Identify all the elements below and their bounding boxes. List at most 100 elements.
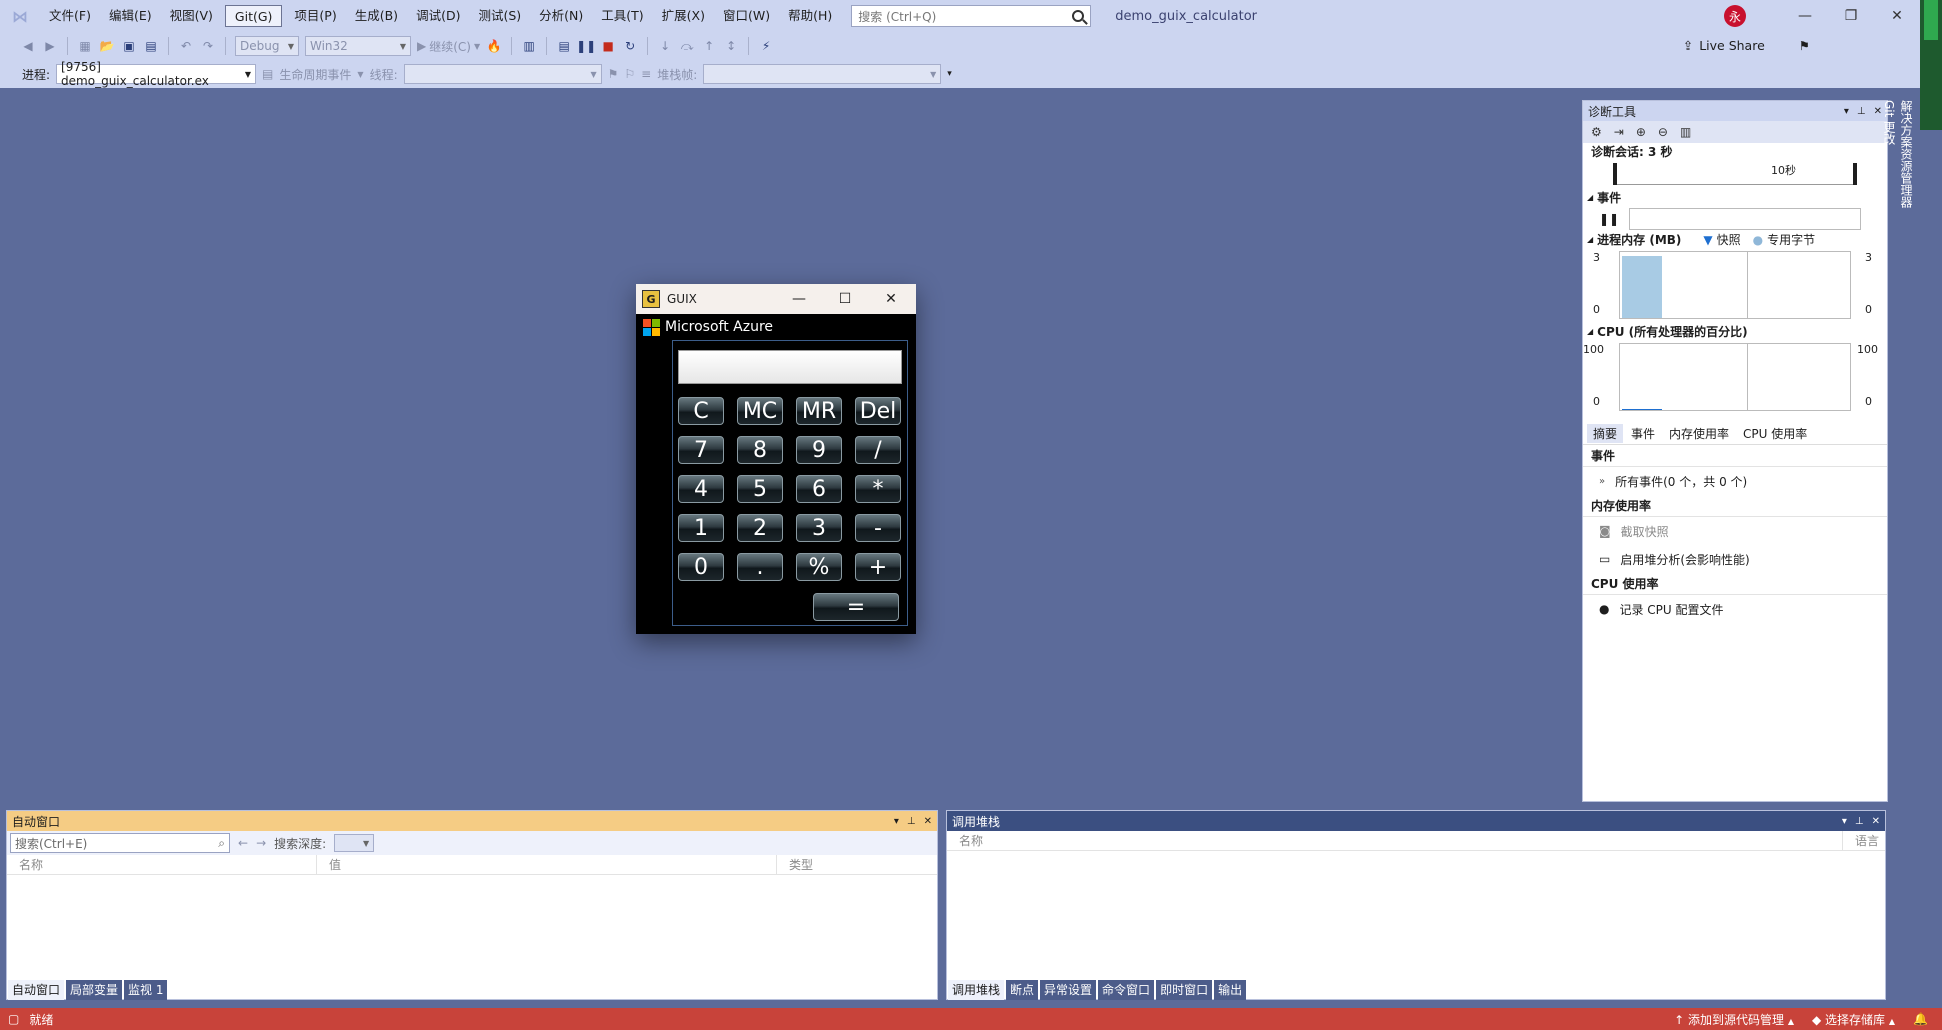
thread-select[interactable]: ▼ [403, 64, 602, 84]
redo-icon[interactable]: ↷ [200, 38, 216, 54]
tab-git-changes[interactable]: Git 更改 [1881, 100, 1898, 254]
add-to-source-control-button[interactable]: ↑ 添加到源代码管理 ▲ [1674, 1011, 1794, 1028]
cpu-section-title[interactable]: ◢ CPU (所有处理器的百分比) [1583, 323, 1887, 341]
search-depth-select[interactable]: ▼ [334, 834, 375, 852]
menu-edit[interactable]: 编辑(E) [100, 5, 161, 27]
calc-button-divide[interactable]: / [855, 436, 901, 464]
export-icon[interactable]: ⇥ [1614, 125, 1624, 139]
feedback-icon[interactable]: ⚑ [1799, 38, 1810, 53]
hot-reload-icon[interactable]: 🔥 [486, 38, 502, 54]
tab-solution-explorer[interactable]: 解决方案资源管理器 [1898, 100, 1915, 254]
minimize-icon[interactable]: — [1782, 0, 1828, 32]
column-language[interactable]: 语言 [1843, 831, 1883, 851]
calc-button-subtract[interactable]: - [855, 514, 901, 542]
guix-minimize-icon[interactable]: — [776, 284, 822, 314]
pin-icon[interactable]: ⊥ [1857, 106, 1866, 117]
column-name[interactable]: 名称 [947, 830, 1843, 851]
tab-output[interactable]: 输出 [1214, 980, 1247, 1000]
tab-memory-usage[interactable]: 内存使用率 [1663, 424, 1735, 443]
save-icon[interactable]: ▣ [121, 38, 137, 54]
tab-locals[interactable]: 局部变量 [66, 980, 123, 1000]
menu-test[interactable]: 测试(S) [469, 5, 530, 27]
calc-button-4[interactable]: 4 [678, 475, 724, 503]
column-value[interactable]: 值 [317, 854, 777, 875]
all-events-link[interactable]: » 所有事件(0 个，共 0 个) [1583, 467, 1887, 495]
calc-button-mr[interactable]: MR [796, 397, 842, 425]
layout-icon[interactable]: ▤ [556, 38, 572, 54]
select-repository-button[interactable]: ◆ 选择存储库 ▲ [1812, 1011, 1895, 1028]
back-arrow-icon[interactable]: ← [238, 836, 248, 850]
forward-arrow-icon[interactable]: → [256, 836, 266, 850]
calc-button-decimal[interactable]: . [737, 553, 783, 581]
tab-breakpoints[interactable]: 断点 [1006, 980, 1039, 1000]
flag-filter-icon[interactable]: ⚐ [624, 67, 635, 81]
continue-button[interactable]: ▶ 继续(C) ▼ [417, 38, 480, 55]
forward-icon[interactable]: ▶ [42, 38, 58, 54]
calc-button-9[interactable]: 9 [796, 436, 842, 464]
notification-bell-icon[interactable]: 🔔 [1913, 1012, 1928, 1026]
calc-button-del[interactable]: Del [855, 397, 901, 425]
tab-autos[interactable]: 自动窗口 [8, 980, 65, 1000]
tab-cpu-usage[interactable]: CPU 使用率 [1737, 424, 1813, 443]
undo-icon[interactable]: ↶ [178, 38, 194, 54]
process-select[interactable]: [9756] demo_guix_calculator.ex ▼ [56, 60, 257, 88]
step-into-icon[interactable]: ↓ [657, 38, 673, 54]
menu-git[interactable]: Git(G) [224, 5, 283, 27]
column-name[interactable]: 名称 [7, 854, 317, 875]
tab-exception-settings[interactable]: 异常设置 [1040, 980, 1097, 1000]
menu-project[interactable]: 项目(P) [285, 5, 345, 27]
dropdown-icon[interactable]: ▾ [1842, 816, 1847, 827]
close-icon[interactable]: ✕ [1872, 816, 1880, 827]
lifecycle-events-button[interactable]: 生命周期事件 [279, 66, 351, 83]
menu-file[interactable]: 文件(F) [40, 5, 100, 27]
flag-icon[interactable]: ⚑ [608, 67, 619, 81]
calc-button-clear[interactable]: C [678, 397, 724, 425]
dropdown-icon[interactable]: ▾ [1844, 106, 1849, 117]
close-icon[interactable]: ✕ [924, 816, 932, 827]
menu-window[interactable]: 窗口(W) [714, 5, 779, 27]
menu-build[interactable]: 生成(B) [346, 5, 407, 27]
calc-button-multiply[interactable]: * [855, 475, 901, 503]
pause-icon[interactable]: ❚❚ [576, 38, 596, 54]
tab-summary[interactable]: 摘要 [1587, 424, 1624, 443]
heap-profiling-toggle[interactable]: ▭ 启用堆分析(会影响性能) [1583, 545, 1887, 573]
toolbar-overflow-icon[interactable]: ▾ [947, 69, 952, 79]
back-icon[interactable]: ◀ [20, 38, 36, 54]
record-cpu-profile-button[interactable]: ● 记录 CPU 配置文件 [1583, 595, 1887, 623]
close-icon[interactable]: ✕ [1874, 0, 1920, 32]
autos-search-input[interactable]: 搜索(Ctrl+E) ⌕ [10, 833, 230, 853]
restart-icon[interactable]: ↻ [622, 38, 638, 54]
calc-button-8[interactable]: 8 [737, 436, 783, 464]
live-share-button[interactable]: ⇪ Live Share ⚑ [1683, 38, 1810, 53]
stop-icon[interactable]: ■ [600, 38, 616, 54]
performance-icon[interactable]: ⚡ [758, 38, 774, 54]
stack-frame-select[interactable]: ▼ [703, 64, 942, 84]
memory-section-title[interactable]: ◢ 进程内存 (MB) ▼ 快照 ● 专用字节 [1583, 231, 1887, 249]
global-search-input[interactable]: 搜索 (Ctrl+Q) [851, 5, 1092, 27]
pin-icon[interactable]: ⊥ [907, 816, 916, 827]
take-snapshot-button[interactable]: ◙ 截取快照 [1583, 517, 1887, 545]
calc-button-0[interactable]: 0 [678, 553, 724, 581]
calc-button-mc[interactable]: MC [737, 397, 783, 425]
attach-icon[interactable]: ▥ [521, 38, 537, 54]
calc-button-1[interactable]: 1 [678, 514, 724, 542]
step-over-icon[interactable]: ⤼ [679, 38, 695, 54]
zoom-in-icon[interactable]: ⊕ [1636, 125, 1646, 139]
calc-button-percent[interactable]: % [796, 553, 842, 581]
save-all-icon[interactable]: ▤ [143, 38, 159, 54]
tab-command-window[interactable]: 命令窗口 [1098, 980, 1155, 1000]
step-out-icon[interactable]: ↑ [701, 38, 717, 54]
zoom-out-icon[interactable]: ⊖ [1658, 125, 1668, 139]
calc-button-add[interactable]: + [855, 553, 901, 581]
dropdown-icon[interactable]: ▾ [894, 816, 899, 827]
tab-immediate-window[interactable]: 即时窗口 [1156, 980, 1213, 1000]
tab-call-stack[interactable]: 调用堆栈 [948, 980, 1005, 1000]
calc-button-3[interactable]: 3 [796, 514, 842, 542]
tab-events[interactable]: 事件 [1625, 424, 1661, 443]
calc-button-5[interactable]: 5 [737, 475, 783, 503]
events-section-title[interactable]: ◢ 事件 [1583, 189, 1887, 207]
guix-close-icon[interactable]: ✕ [868, 284, 914, 314]
column-type[interactable]: 类型 [777, 855, 927, 875]
calc-button-7[interactable]: 7 [678, 436, 724, 464]
calc-button-equals[interactable]: = [813, 593, 899, 621]
